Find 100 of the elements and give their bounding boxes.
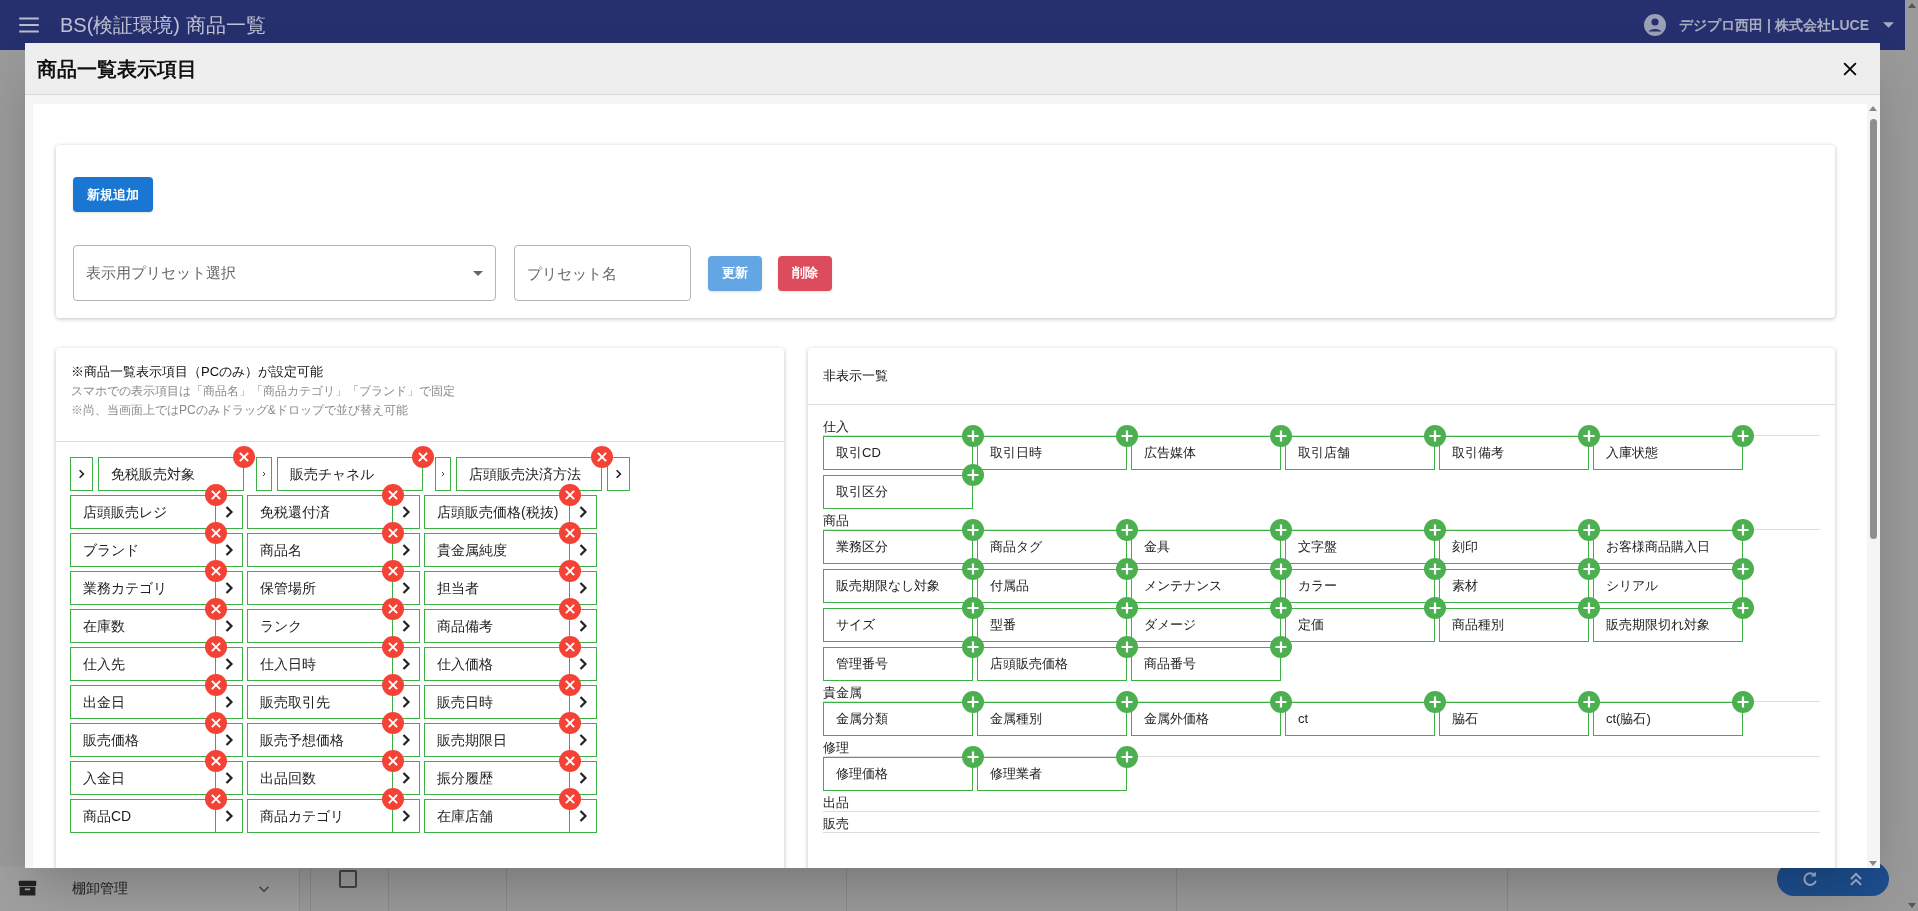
page-scrollbar[interactable]: [1905, 0, 1918, 911]
item-chip[interactable]: 店頭販売価格: [977, 647, 1127, 681]
item-chip[interactable]: 刻印: [1439, 530, 1589, 564]
item-chip[interactable]: 広告媒体: [1131, 436, 1281, 470]
remove-icon[interactable]: [205, 560, 227, 582]
add-icon[interactable]: [962, 746, 984, 768]
scroll-up-icon[interactable]: [1869, 106, 1877, 111]
scroll-up-icon[interactable]: [1907, 3, 1916, 8]
item-chip[interactable]: 店頭販売決済方法: [456, 457, 602, 491]
caret-icon[interactable]: [473, 270, 483, 276]
item-chip[interactable]: 金具: [1131, 530, 1281, 564]
item-chip[interactable]: 金属分類: [823, 702, 973, 736]
item-chip[interactable]: 取引日時: [977, 436, 1127, 470]
remove-icon[interactable]: [382, 636, 404, 658]
item-chip[interactable]: 付属品: [977, 569, 1127, 603]
item-chip[interactable]: 管理番号: [823, 647, 973, 681]
new-button[interactable]: 新規追加: [73, 177, 153, 212]
add-icon[interactable]: [1578, 519, 1600, 541]
item-chip[interactable]: 取引店舗: [1285, 436, 1435, 470]
add-icon[interactable]: [1116, 425, 1138, 447]
add-icon[interactable]: [962, 558, 984, 580]
remove-icon[interactable]: [412, 446, 434, 468]
account-icon[interactable]: [1643, 13, 1668, 37]
item-chip[interactable]: 金属外価格: [1131, 702, 1281, 736]
item-chip[interactable]: 素材: [1439, 569, 1589, 603]
item-chip[interactable]: 取引区分: [823, 475, 973, 509]
remove-icon[interactable]: [205, 674, 227, 696]
add-icon[interactable]: [1116, 519, 1138, 541]
scroll-thumb[interactable]: [1870, 119, 1877, 539]
add-icon[interactable]: [1116, 636, 1138, 658]
scroll-down-icon[interactable]: [1907, 903, 1916, 908]
add-icon[interactable]: [1578, 558, 1600, 580]
remove-icon[interactable]: [559, 750, 581, 772]
remove-icon[interactable]: [205, 712, 227, 734]
add-icon[interactable]: [962, 597, 984, 619]
item-chip[interactable]: 型番: [977, 608, 1127, 642]
add-icon[interactable]: [1424, 425, 1446, 447]
item-chip[interactable]: サイズ: [823, 608, 973, 642]
item-chip[interactable]: 取引備考: [1439, 436, 1589, 470]
item-chip[interactable]: 金属種別: [977, 702, 1127, 736]
remove-icon[interactable]: [559, 674, 581, 696]
add-icon[interactable]: [962, 691, 984, 713]
item-chip[interactable]: 免税販売対象: [98, 457, 244, 491]
add-icon[interactable]: [962, 425, 984, 447]
item-chip[interactable]: メンテナンス: [1131, 569, 1281, 603]
add-icon[interactable]: [1270, 558, 1292, 580]
add-icon[interactable]: [1116, 597, 1138, 619]
add-icon[interactable]: [1424, 691, 1446, 713]
add-icon[interactable]: [1116, 558, 1138, 580]
item-chip[interactable]: 販売期限なし対象: [823, 569, 973, 603]
add-icon[interactable]: [1116, 691, 1138, 713]
remove-icon[interactable]: [559, 712, 581, 734]
add-icon[interactable]: [1270, 597, 1292, 619]
remove-icon[interactable]: [382, 598, 404, 620]
remove-icon[interactable]: [382, 712, 404, 734]
remove-icon[interactable]: [205, 522, 227, 544]
remove-icon[interactable]: [382, 674, 404, 696]
item-chip[interactable]: ct: [1285, 702, 1435, 736]
item-chip[interactable]: 脇石: [1439, 702, 1589, 736]
remove-icon[interactable]: [233, 446, 255, 468]
remove-icon[interactable]: [205, 484, 227, 506]
user-name[interactable]: デジプロ西田 | 株式会社LUCE: [1679, 14, 1869, 36]
item-chip[interactable]: 文字盤: [1285, 530, 1435, 564]
item-chip[interactable]: 入庫状態: [1593, 436, 1743, 470]
sidebar-item[interactable]: 棚卸管理: [0, 866, 300, 911]
add-icon[interactable]: [1424, 558, 1446, 580]
item-chip[interactable]: 修理業者: [977, 757, 1127, 791]
item-chip[interactable]: 商品タグ: [977, 530, 1127, 564]
remove-icon[interactable]: [382, 788, 404, 810]
preset-select[interactable]: 表示用プリセット選択: [73, 245, 496, 301]
add-icon[interactable]: [1270, 691, 1292, 713]
item-chip[interactable]: 商品CD: [70, 799, 216, 833]
item-chip[interactable]: 取引CD: [823, 436, 973, 470]
remove-icon[interactable]: [559, 598, 581, 620]
remove-icon[interactable]: [382, 750, 404, 772]
item-chip[interactable]: お客様商品購入日: [1593, 530, 1743, 564]
item-chip[interactable]: 商品番号: [1131, 647, 1281, 681]
add-icon[interactable]: [962, 636, 984, 658]
add-icon[interactable]: [1270, 425, 1292, 447]
item-chip[interactable]: 商品カテゴリ: [247, 799, 393, 833]
add-icon[interactable]: [1732, 425, 1754, 447]
item-chip[interactable]: シリアル: [1593, 569, 1743, 603]
remove-icon[interactable]: [382, 484, 404, 506]
preset-name-field[interactable]: プリセット名: [514, 245, 691, 301]
remove-icon[interactable]: [559, 484, 581, 506]
add-icon[interactable]: [1424, 519, 1446, 541]
item-chip[interactable]: 修理価格: [823, 757, 973, 791]
scrollbar[interactable]: [1867, 104, 1880, 868]
add-icon[interactable]: [962, 519, 984, 541]
caret-icon[interactable]: [1883, 22, 1894, 28]
item-chip[interactable]: 販売チャネル: [277, 457, 423, 491]
remove-icon[interactable]: [559, 560, 581, 582]
item-chip[interactable]: ct(脇石): [1593, 702, 1743, 736]
add-icon[interactable]: [1270, 519, 1292, 541]
delete-button[interactable]: 削除: [778, 255, 832, 291]
add-icon[interactable]: [962, 464, 984, 486]
checkbox[interactable]: [339, 870, 357, 888]
remove-icon[interactable]: [205, 750, 227, 772]
remove-icon[interactable]: [382, 522, 404, 544]
add-icon[interactable]: [1424, 597, 1446, 619]
